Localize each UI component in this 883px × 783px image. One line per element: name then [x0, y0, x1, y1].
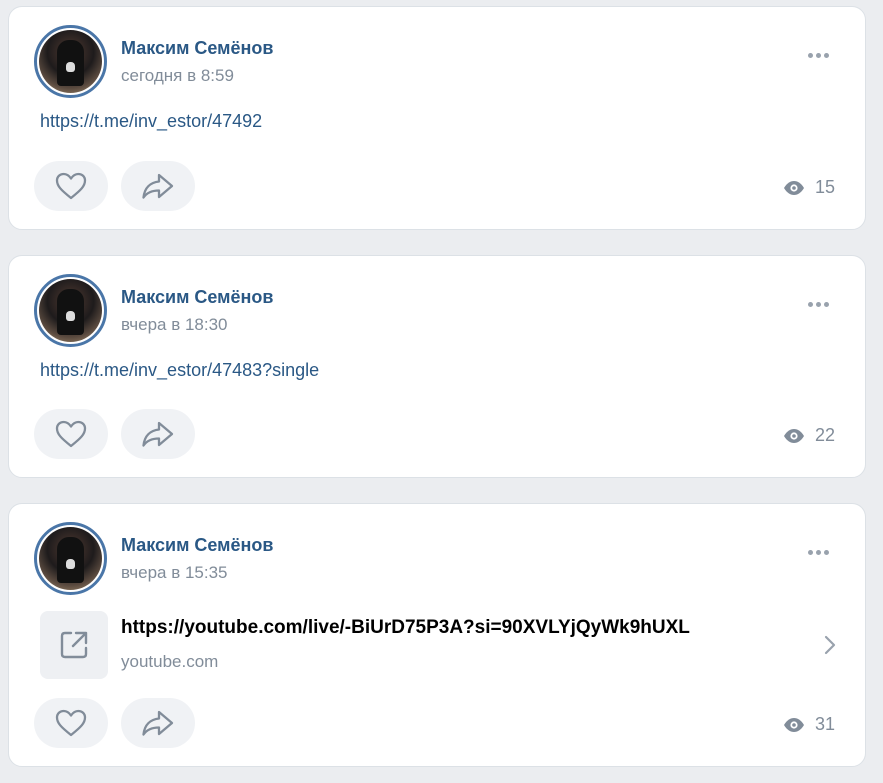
share-button[interactable]: [121, 161, 195, 211]
eye-icon: [783, 428, 804, 443]
eye-icon: [783, 180, 804, 195]
post: Максим Семёнов вчера в 18:30 https://t.m…: [8, 255, 866, 478]
external-link-icon: [60, 631, 88, 659]
link-snippet-title[interactable]: https://youtube.com/live/-BiUrD75P3A?si=…: [121, 617, 690, 639]
share-arrow-icon: [142, 421, 174, 447]
post-actions: [34, 161, 195, 211]
share-arrow-icon: [142, 173, 174, 199]
share-button[interactable]: [121, 409, 195, 459]
avatar-image: [39, 527, 102, 590]
link-snippet-domain: youtube.com: [121, 652, 219, 671]
avatar-image: [39, 279, 102, 342]
avatar[interactable]: [34, 25, 107, 98]
views-counter: 15: [783, 177, 835, 198]
more-dots-icon[interactable]: [808, 53, 829, 58]
post-text-link[interactable]: https://t.me/inv_estor/47492: [40, 111, 262, 132]
link-snippet-thumb: [40, 611, 108, 679]
post-text-link[interactable]: https://t.me/inv_estor/47483?single: [40, 360, 319, 381]
link-snippet[interactable]: https://youtube.com/live/-BiUrD75P3A?si=…: [40, 611, 840, 679]
views-counter: 31: [783, 714, 835, 735]
like-button[interactable]: [34, 409, 108, 459]
more-dots-icon[interactable]: [808, 302, 829, 307]
share-button[interactable]: [121, 698, 195, 748]
like-button[interactable]: [34, 161, 108, 211]
like-button[interactable]: [34, 698, 108, 748]
feed: Максим Семёнов сегодня в 8:59 https://t.…: [0, 0, 883, 783]
avatar-image: [39, 30, 102, 93]
post-author[interactable]: Максим Семёнов: [121, 535, 273, 556]
avatar[interactable]: [34, 274, 107, 347]
views-count: 15: [814, 177, 835, 197]
chevron-right-icon[interactable]: [824, 635, 836, 655]
views-counter: 22: [783, 425, 835, 446]
post: Максим Семёнов сегодня в 8:59 https://t.…: [8, 6, 866, 230]
views-count: 31: [814, 714, 835, 734]
share-arrow-icon: [142, 710, 174, 736]
post: Максим Семёнов вчера в 15:35 https://you…: [8, 503, 866, 767]
post-time[interactable]: вчера в 15:35: [121, 563, 228, 583]
post-time[interactable]: сегодня в 8:59: [121, 66, 234, 86]
post-actions: [34, 409, 195, 459]
more-dots-icon[interactable]: [808, 550, 829, 555]
post-actions: [34, 698, 195, 748]
eye-icon: [783, 717, 804, 732]
heart-icon: [55, 709, 87, 737]
post-time[interactable]: вчера в 18:30: [121, 315, 228, 335]
post-author[interactable]: Максим Семёнов: [121, 287, 273, 308]
heart-icon: [55, 420, 87, 448]
post-author[interactable]: Максим Семёнов: [121, 38, 273, 59]
avatar[interactable]: [34, 522, 107, 595]
heart-icon: [55, 172, 87, 200]
views-count: 22: [814, 425, 835, 445]
